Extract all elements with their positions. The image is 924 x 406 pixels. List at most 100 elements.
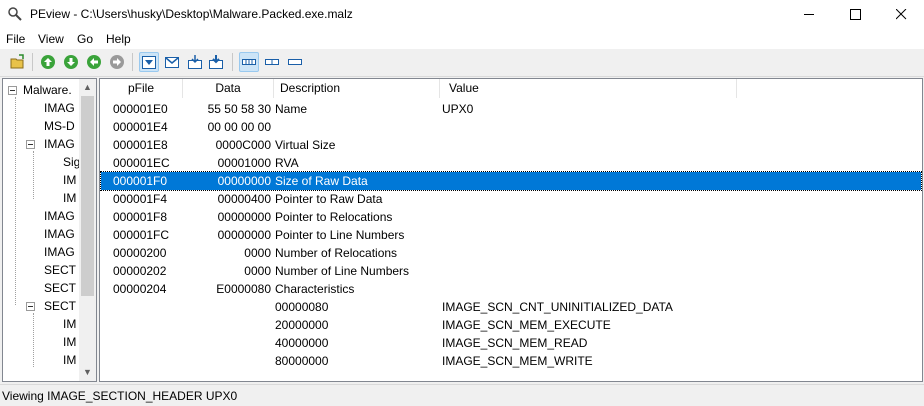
table-row[interactable]: 40000000 IMAGE_SCN_MEM_READ <box>101 334 921 352</box>
cell-description: RVA <box>275 156 299 170</box>
cell-pfile: 000001E8 <box>113 138 168 152</box>
tree-item[interactable]: Sig <box>63 153 80 171</box>
cell-description: Pointer to Relocations <box>275 210 393 224</box>
table-row[interactable]: 00000204 E0000080 Characteristics <box>101 280 921 298</box>
tree-item[interactable]: IM <box>63 315 76 333</box>
cell-data: 00001000 <box>217 156 271 170</box>
tree-item[interactable]: MS-D <box>44 117 75 135</box>
column-header-value[interactable]: Value <box>441 79 737 98</box>
layout-1-button[interactable] <box>239 52 259 72</box>
layout-3-button[interactable] <box>285 52 305 72</box>
status-bar: Viewing IMAGE_SECTION_HEADER UPX0 <box>0 384 924 406</box>
toolbar-separator <box>132 53 133 71</box>
cell-data: 0000C000 <box>215 138 271 152</box>
details-table: pFile Data Description Value 000001E0 55 … <box>99 78 923 382</box>
open-button[interactable] <box>8 52 28 72</box>
table-row[interactable]: 00000200 0000 Number of Relocations <box>101 244 921 262</box>
arrow-left-icon <box>87 55 101 69</box>
tree-item[interactable]: IM <box>63 351 76 369</box>
tree-item[interactable]: IMAG <box>44 207 75 225</box>
cell-description: Size of Raw Data <box>275 174 368 188</box>
go-up-button[interactable] <box>38 52 58 72</box>
view-word-button[interactable] <box>162 52 182 72</box>
cell-pfile: 000001F4 <box>113 192 168 206</box>
column-header-description[interactable]: Description <box>274 79 440 98</box>
cell-description: 00000080 <box>275 300 329 314</box>
table-row[interactable]: 80000000 IMAGE_SCN_MEM_WRITE <box>101 352 921 370</box>
collapse-icon[interactable] <box>26 302 35 311</box>
tree-item[interactable]: IMAG <box>44 225 75 243</box>
tree-item[interactable]: IMAG <box>44 99 75 117</box>
maximize-button[interactable] <box>832 0 878 29</box>
tree-item[interactable]: SECT <box>44 261 76 279</box>
window-title: PEview - C:\Users\husky\Desktop\Malware.… <box>30 7 353 21</box>
view-qword-button[interactable] <box>206 52 226 72</box>
go-back-button[interactable] <box>84 52 104 72</box>
table-row[interactable]: 000001E8 0000C000 Virtual Size <box>101 136 921 154</box>
tree-scrollbar[interactable]: ▲ ▼ <box>79 79 96 381</box>
cell-pfile: 000001EC <box>113 156 170 170</box>
tree-item[interactable]: IM <box>63 171 76 189</box>
view-word-icon <box>165 57 179 68</box>
menu-help[interactable]: Help <box>106 32 131 46</box>
layout-2-button[interactable] <box>262 52 282 72</box>
table-row[interactable]: 00000080 IMAGE_SCN_CNT_UNINITIALIZED_DATA <box>101 298 921 316</box>
view-byte-button[interactable] <box>139 52 159 72</box>
table-row[interactable]: 000001FC 00000000 Pointer to Line Numbers <box>101 226 921 244</box>
menu-view[interactable]: View <box>38 32 64 46</box>
toolbar-separator <box>232 53 233 71</box>
tree-item[interactable]: SECT <box>44 279 76 297</box>
scroll-thumb[interactable] <box>81 96 94 296</box>
cell-data: E0000080 <box>216 282 271 296</box>
cell-value: UPX0 <box>442 102 474 116</box>
close-button[interactable] <box>878 0 924 29</box>
maximize-icon <box>850 9 861 20</box>
close-icon <box>896 9 907 20</box>
cell-pfile: 00000200 <box>113 246 167 260</box>
cell-data: 0000 <box>244 264 271 278</box>
tree-item[interactable]: IM <box>63 189 76 207</box>
cell-pfile: 00000202 <box>113 264 167 278</box>
tree-item[interactable]: IMAG <box>44 243 75 261</box>
table-row[interactable]: 000001E4 00 00 00 00 <box>101 118 921 136</box>
minimize-button[interactable] <box>786 0 832 29</box>
table-row[interactable]: 000001E0 55 50 58 30 Name UPX0 <box>101 100 921 118</box>
go-forward-button[interactable] <box>107 52 127 72</box>
go-down-button[interactable] <box>61 52 81 72</box>
arrow-right-icon <box>110 55 124 69</box>
cell-description: Characteristics <box>275 282 355 296</box>
table-row[interactable]: 000001F4 00000400 Pointer to Raw Data <box>101 190 921 208</box>
tree-item[interactable]: IM <box>63 333 76 351</box>
collapse-icon[interactable] <box>26 140 35 149</box>
menu-go[interactable]: Go <box>77 32 93 46</box>
scroll-up-icon[interactable]: ▲ <box>79 79 96 96</box>
cell-pfile: 000001FC <box>113 228 170 242</box>
table-row[interactable]: 000001F8 00000000 Pointer to Relocations <box>101 208 921 226</box>
cell-data: 00000000 <box>217 228 271 242</box>
cell-pfile: 000001E4 <box>113 120 168 134</box>
cell-description: Name <box>275 102 308 116</box>
arrow-up-icon <box>41 55 55 69</box>
view-dword-button[interactable] <box>185 52 205 72</box>
table-row[interactable]: 000001F0 00000000 Size of Raw Data <box>100 171 922 191</box>
scroll-down-icon[interactable]: ▼ <box>79 364 96 381</box>
cell-data: 0000 <box>244 246 271 260</box>
menu-file[interactable]: File <box>6 32 25 46</box>
cell-description: Pointer to Raw Data <box>275 192 383 206</box>
cell-value: IMAGE_SCN_MEM_EXECUTE <box>442 318 611 332</box>
arrow-down-icon <box>64 55 78 69</box>
cell-data: 55 50 58 30 <box>207 102 271 116</box>
tree-line <box>33 313 34 367</box>
column-header-data[interactable]: Data <box>183 79 274 98</box>
table-row[interactable]: 00000202 0000 Number of Line Numbers <box>101 262 921 280</box>
table-row[interactable]: 20000000 IMAGE_SCN_MEM_EXECUTE <box>101 316 921 334</box>
table-row[interactable]: 000001EC 00001000 RVA <box>101 154 921 172</box>
cell-pfile: 000001F8 <box>113 210 168 224</box>
collapse-icon[interactable] <box>8 86 17 95</box>
column-header-pfile[interactable]: pFile <box>100 79 183 98</box>
cell-pfile: 000001E0 <box>113 102 168 116</box>
cell-value: IMAGE_SCN_MEM_READ <box>442 336 588 350</box>
title-bar: PEview - C:\Users\husky\Desktop\Malware.… <box>0 0 924 29</box>
layout-3-icon <box>288 59 302 65</box>
layout-2-icon <box>265 59 279 65</box>
